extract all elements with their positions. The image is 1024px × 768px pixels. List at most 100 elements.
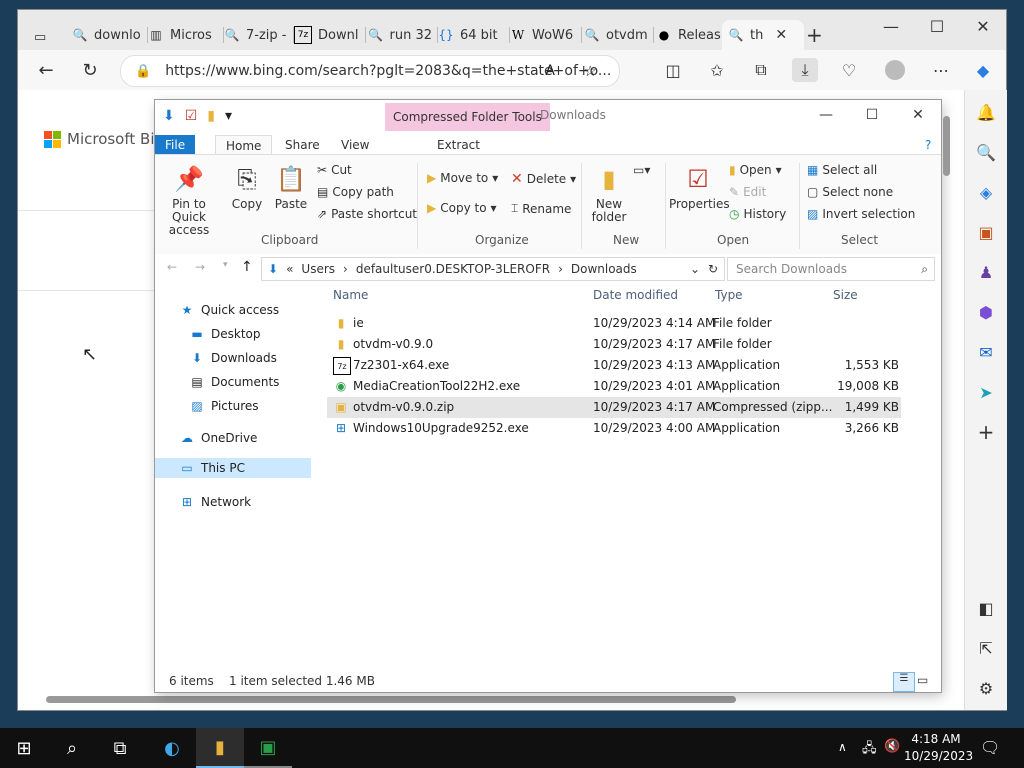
cut-button[interactable]: ✂ Cut [317,163,352,177]
scrollbar-thumb[interactable] [943,116,950,176]
nav-this-pc[interactable]: ▭ This PC [155,458,311,478]
sidebar-toggle-icon[interactable]: ◧ [974,596,998,620]
copy-to-button[interactable]: ▶ Copy to ▾ [427,201,497,215]
refresh-icon[interactable]: ↻ [708,262,718,276]
tab-7[interactable]: W WoW6 [504,20,582,50]
volume-muted-icon[interactable]: 🔇 [884,739,900,754]
shopping-icon[interactable]: ◈ [974,180,998,204]
search-button[interactable]: ⌕ [48,728,96,768]
taskbar-edge[interactable]: ◐ [148,728,196,768]
delete-button[interactable]: ✕ Delete ▾ [511,171,576,187]
recent-chevron-icon[interactable]: ▾ [223,260,228,270]
tab-share[interactable]: Share [275,135,330,154]
compressed-folder-tools-tab[interactable]: Compressed Folder Tools [385,103,550,131]
address-bar[interactable]: 🔒 https://www.bing.com/search?pglt=2083&… [120,55,620,87]
column-name[interactable]: Name [333,288,368,302]
select-all-button[interactable]: ▦ Select all [807,163,877,177]
send-icon[interactable]: ➤ [974,380,998,404]
notification-icon[interactable]: 🗨 [980,738,1000,757]
vertical-scrollbar[interactable] [941,100,953,692]
copy-button[interactable]: ⎘ Copy [227,163,267,211]
bell-icon[interactable]: 🔔 [974,100,998,124]
close-tab-icon[interactable]: ✕ [775,27,787,43]
tab-8[interactable]: 🔍 otvdm [578,20,654,50]
tab-5[interactable]: 🔍 run 32 [362,20,438,50]
tab-4[interactable]: 7z Downl [288,20,366,50]
invert-selection-button[interactable]: ▨ Invert selection [807,207,915,221]
favorite-star-icon[interactable]: ☆ [584,62,597,80]
properties-button[interactable]: ☑ Properties [669,163,730,211]
breadcrumb-downloads[interactable]: Downloads [571,262,637,276]
search-icon[interactable]: 🔍 [974,140,998,164]
chevron-down-icon[interactable]: ⌄ [690,262,700,276]
tab-extract[interactable]: Extract [427,135,490,154]
show-hidden-icons-icon[interactable]: ∧ [838,740,847,754]
edit-button[interactable]: ✎ Edit [729,185,766,199]
file-row[interactable]: ⊞ Windows10Upgrade9252.exe 10/29/2023 4:… [327,418,901,439]
copy-path-button[interactable]: ▤ Copy path [317,185,394,199]
nav-downloads[interactable]: ⬇ Downloads [189,348,277,368]
nav-network[interactable]: ⊞ Network [179,492,251,512]
folder-icon[interactable]: ▮ [207,108,215,124]
breadcrumb[interactable]: ⬇ « Users › defaultuser0.DESKTOP-3LEROFR… [261,257,725,281]
tab-9[interactable]: ● Releas [650,20,728,50]
profile-avatar-icon[interactable] [882,58,908,82]
paste-shortcut-button[interactable]: ⇗ Paste shortcut [317,207,417,221]
close-button[interactable]: ✕ [895,100,941,130]
breadcrumb-user[interactable]: defaultuser0.DESKTOP-3LEROFR [356,262,550,276]
maximize-button[interactable]: ☐ [914,10,960,42]
nav-desktop[interactable]: ▬ Desktop [189,324,260,344]
tab-home[interactable]: Home [215,135,273,155]
outlook-icon[interactable]: ✉ [974,340,998,364]
new-folder-button[interactable]: ▮ New folder [587,163,631,224]
network-status-icon[interactable]: 🖧 [862,739,877,761]
nav-onedrive[interactable]: ☁ OneDrive [179,428,257,448]
clock[interactable]: 4:18 AM 10/29/2023 [904,731,973,765]
paste-button[interactable]: 📋 Paste [271,163,311,211]
properties-check-icon[interactable]: ☑ [185,108,198,124]
taskbar-file-explorer[interactable]: ▮ [196,728,244,768]
task-view-button[interactable]: ⧉ [96,728,144,768]
up-arrow-icon[interactable]: ↑ [241,259,253,275]
file-row[interactable]: 7z 7z2301-x64.exe 10/29/2023 4:13 AM App… [327,355,901,376]
downloads-icon[interactable]: ⤓ [792,58,818,82]
tab-3[interactable]: 🔍 7-zip - [218,20,294,50]
external-link-icon[interactable]: ⇱ [974,636,998,660]
new-item-icon[interactable]: ▭▾ [633,163,650,177]
tab-2[interactable]: ▥ Micros [142,20,224,50]
select-none-button[interactable]: ▢ Select none [807,185,893,199]
back-arrow-icon[interactable]: ← [167,260,177,274]
new-tab-button[interactable]: + [800,20,836,50]
tools-icon[interactable]: ▣ [974,220,998,244]
settings-gear-icon[interactable]: ⚙ [974,676,998,700]
horizontal-scrollbar[interactable] [30,694,740,704]
tab-1[interactable]: 🔍 downlo [66,20,148,50]
more-options-icon[interactable]: ⋯ [928,58,954,82]
nav-documents[interactable]: ▤ Documents [189,372,279,392]
column-type[interactable]: Type [715,288,743,302]
microsoft365-icon[interactable]: ⬢ [974,300,998,324]
help-icon[interactable]: ? [915,135,941,154]
minimize-button[interactable]: — [803,100,849,130]
forward-arrow-icon[interactable]: → [195,260,205,274]
down-arrow-icon[interactable]: ⬇ [163,108,175,124]
history-button[interactable]: ◷ History [729,207,786,221]
minimize-button[interactable]: — [868,10,914,42]
search-input[interactable]: Search Downloads ⌕ [727,257,935,281]
refresh-button[interactable]: ↻ [76,58,104,82]
browser-essentials-icon[interactable]: ♡ [836,58,862,82]
back-button[interactable]: ← [32,58,60,82]
favorites-icon[interactable]: ✩ [704,58,730,82]
add-icon[interactable]: + [974,420,998,444]
nav-pictures[interactable]: ▨ Pictures [189,396,258,416]
file-row[interactable]: ◉ MediaCreationTool22H2.exe 10/29/2023 4… [327,376,901,397]
taskbar-app[interactable]: ▣ [244,728,292,768]
column-size[interactable]: Size [833,288,858,302]
large-icons-view-icon[interactable]: ▭ [917,673,928,687]
file-row-selected[interactable]: ▣ otvdm-v0.9.0.zip 10/29/2023 4:17 AM Co… [327,397,901,418]
tab-6[interactable]: {} 64 bit [432,20,510,50]
tab-file[interactable]: File [155,135,196,154]
collections-icon[interactable]: ⧉ [748,58,774,82]
read-aloud-icon[interactable]: A [545,63,555,79]
file-row[interactable]: ▮ ie 10/29/2023 4:14 AM File folder [327,313,901,334]
